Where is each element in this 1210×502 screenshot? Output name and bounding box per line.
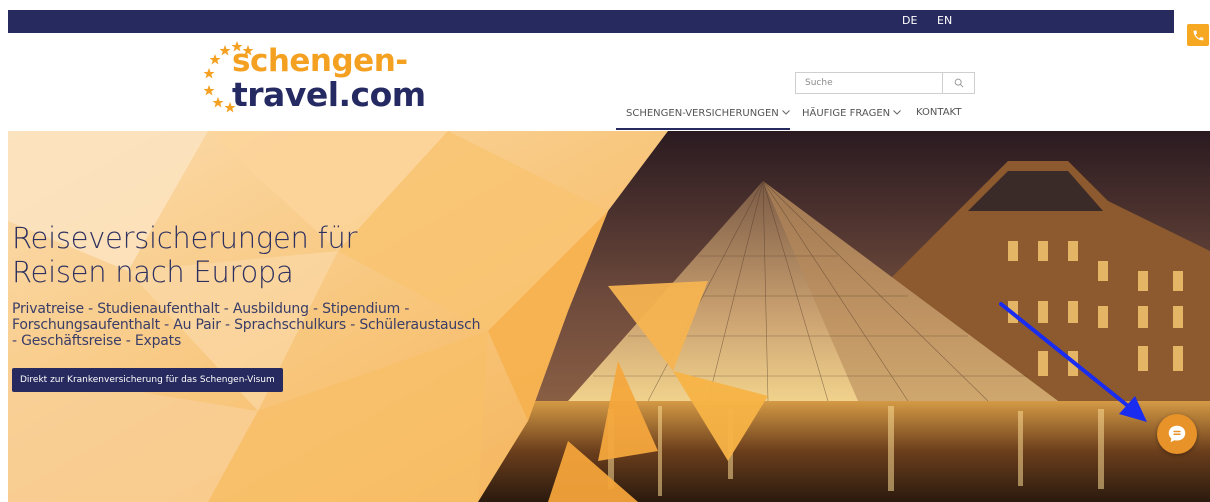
language-en-link[interactable]: EN — [937, 14, 952, 27]
search-input[interactable] — [796, 73, 940, 93]
phone-icon — [1193, 30, 1203, 40]
logo-text-travel: travel.com — [232, 75, 426, 114]
search-button[interactable] — [942, 73, 974, 93]
top-bar: DE EN — [8, 10, 1174, 33]
search-box — [795, 72, 975, 94]
nav-kontakt[interactable]: KONTAKT — [916, 107, 961, 118]
hero-title-line2: Reisen nach Europa — [12, 255, 294, 289]
nav-active-indicator — [616, 128, 790, 130]
nav-schengen-versicherungen[interactable]: SCHENGEN-VERSICHERUNGEN — [626, 107, 790, 119]
search-icon — [954, 78, 964, 88]
phone-button[interactable] — [1187, 24, 1209, 46]
hero-title: Reiseversicherungen für Reisen nach Euro… — [12, 221, 357, 289]
health-insurance-cta-button[interactable]: Direkt zur Krankenversicherung für das S… — [12, 368, 283, 392]
hero-title-line1: Reiseversicherungen für — [12, 221, 358, 255]
nav-label: SCHENGEN-VERSICHERUNGEN — [626, 108, 779, 119]
hero-subtitle: Privatreise - Studienaufenthalt - Ausbil… — [12, 301, 481, 349]
nav-haeufige-fragen[interactable]: HÄUFIGE FRAGEN — [802, 107, 901, 119]
site-logo[interactable]: schengen- travel.com — [200, 40, 430, 120]
chat-icon — [1168, 425, 1186, 443]
chat-button[interactable] — [1157, 414, 1197, 454]
chevron-down-icon — [781, 107, 790, 118]
nav-label: HÄUFIGE FRAGEN — [802, 108, 891, 119]
arrow-annotation-icon — [999, 302, 1147, 422]
logo-text-schengen: schengen- — [232, 43, 408, 79]
language-de-link[interactable]: DE — [902, 14, 917, 27]
nav-label: KONTAKT — [916, 107, 962, 118]
chevron-down-icon — [893, 107, 901, 118]
